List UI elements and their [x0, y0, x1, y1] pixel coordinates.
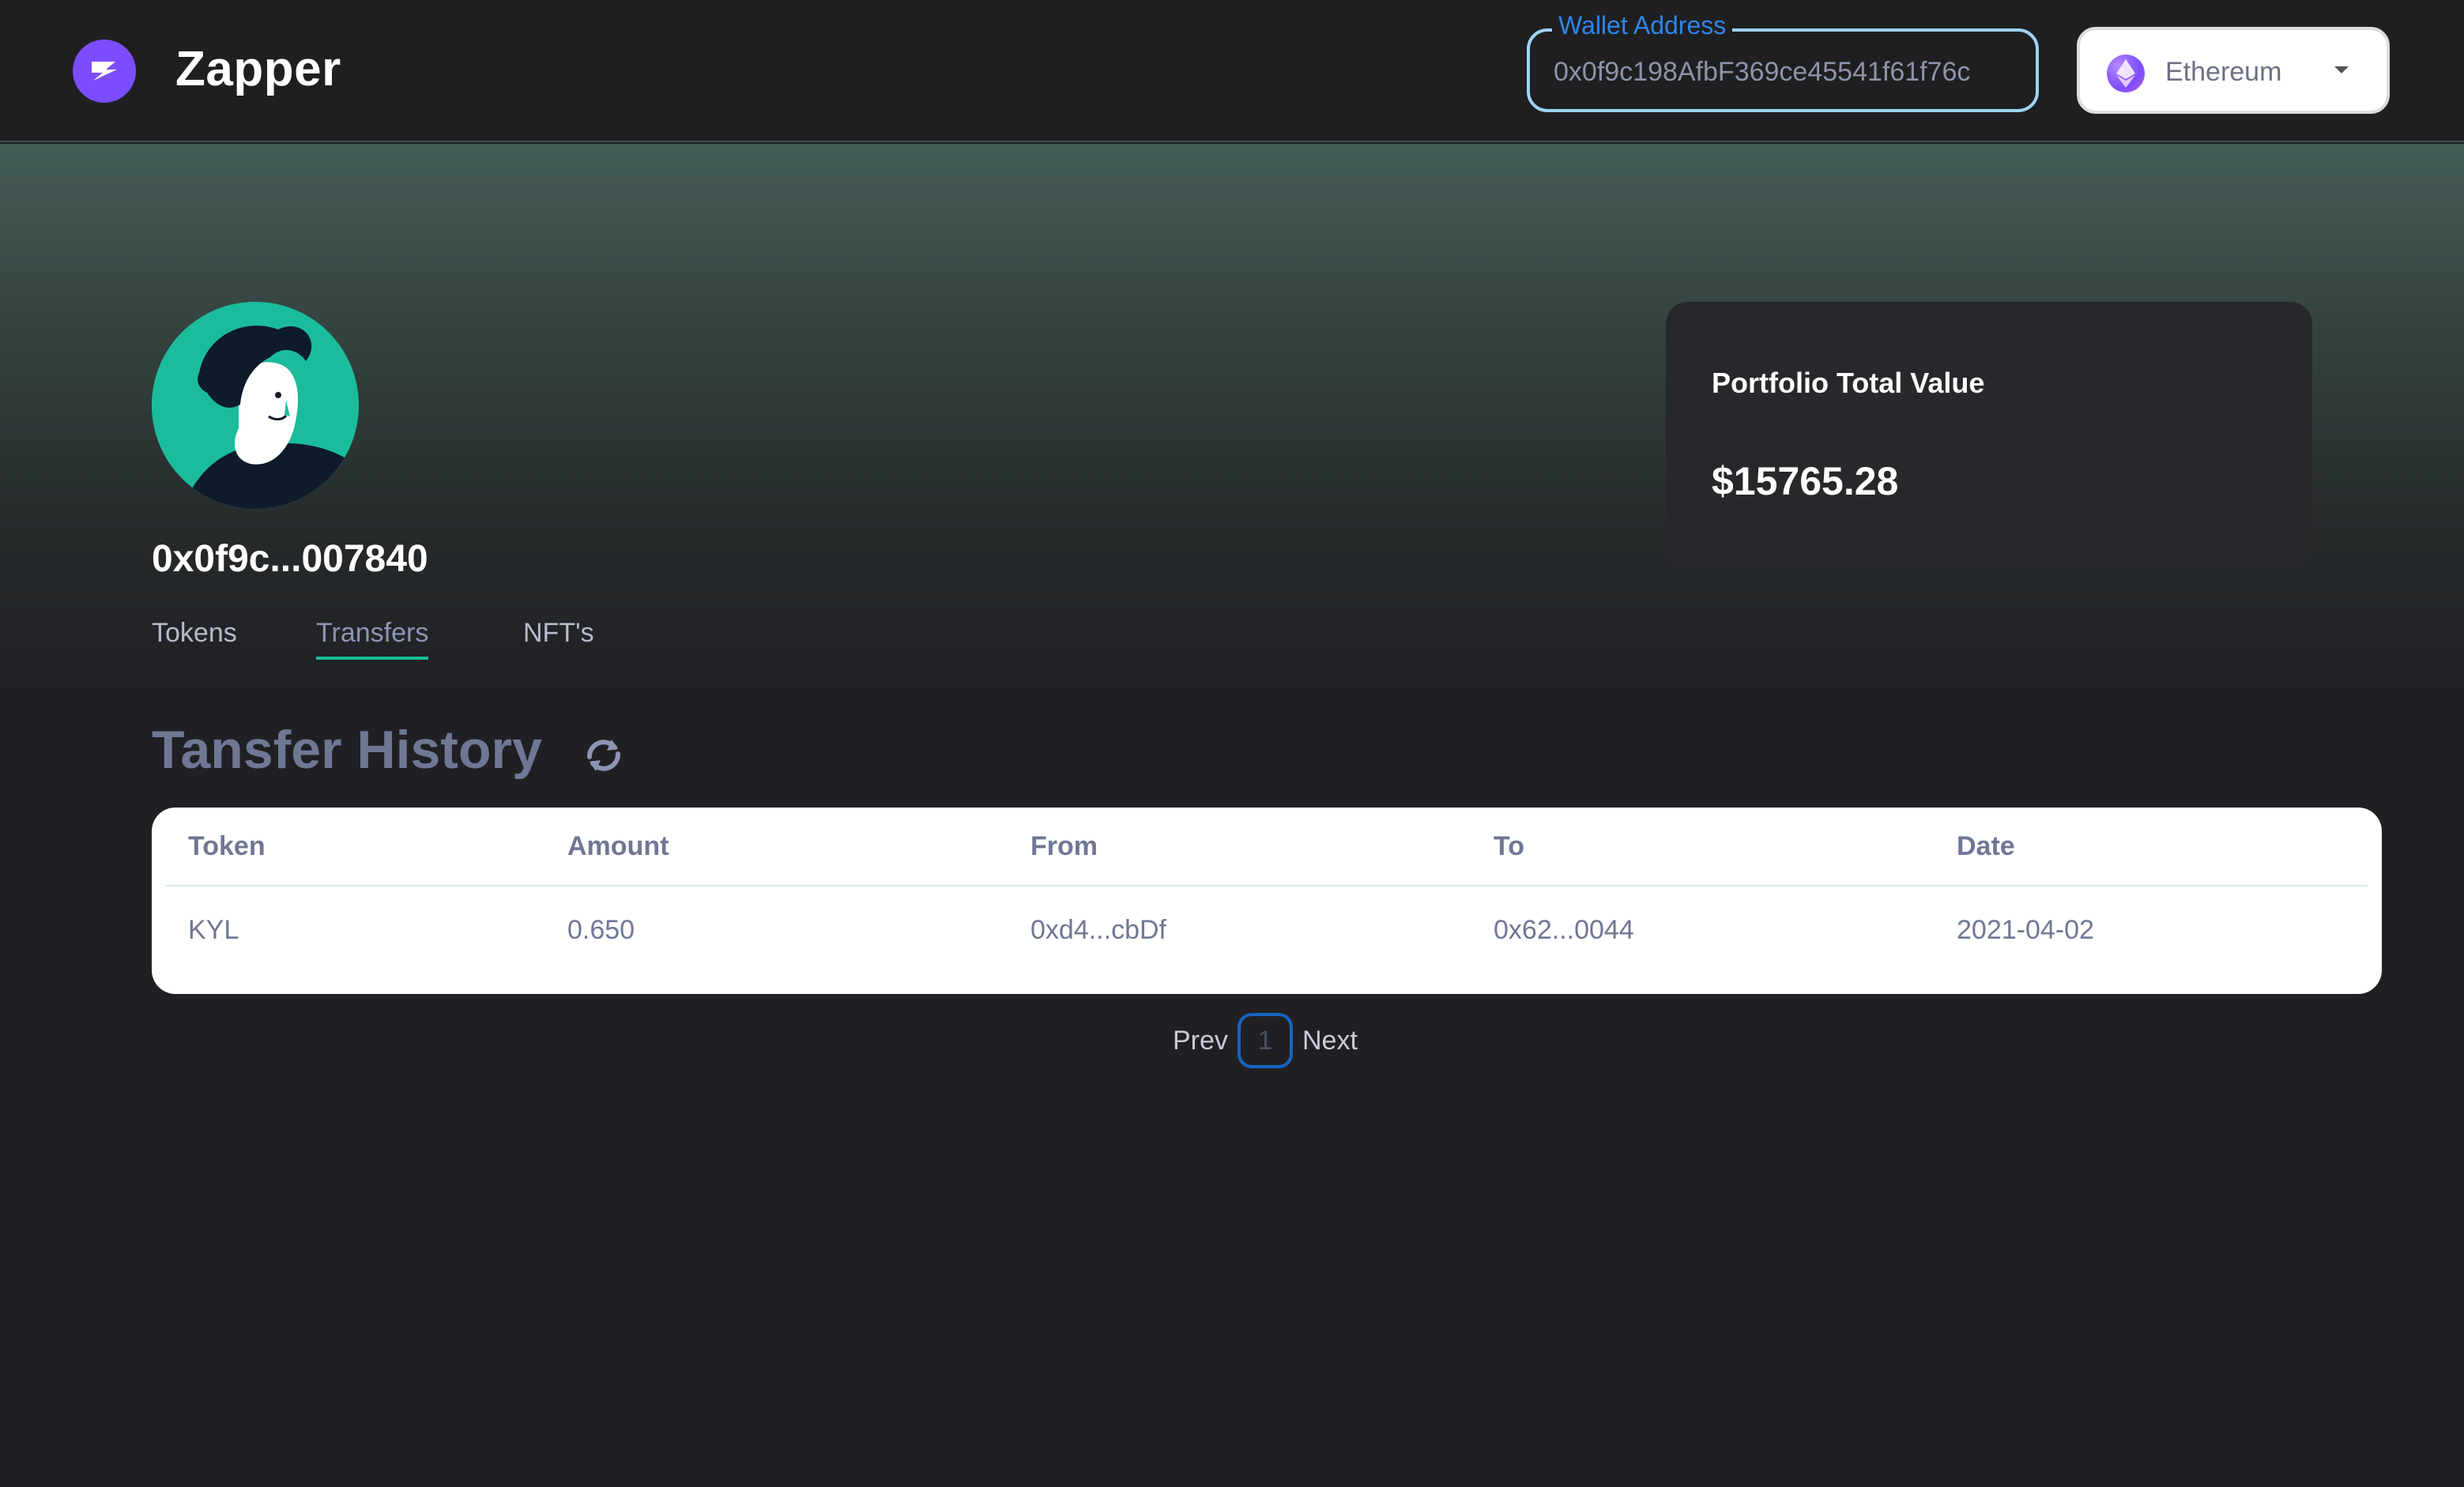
- avatar: [152, 302, 359, 509]
- network-label: Ethereum: [2165, 57, 2282, 87]
- cell-token: KYL: [188, 915, 239, 945]
- wallet-address-input[interactable]: [1554, 52, 2012, 92]
- zapper-logo-icon[interactable]: [73, 40, 136, 103]
- top-bar: Zapper Wallet Address Ethereum: [0, 0, 2464, 142]
- column-header-from: From: [1030, 831, 1098, 861]
- column-header-token: Token: [188, 831, 266, 861]
- pagination: Prev 1 Next: [0, 1013, 2464, 1073]
- transfer-history-title: Tansfer History: [152, 720, 542, 780]
- prev-page-button[interactable]: Prev: [1173, 1026, 1228, 1056]
- portfolio-value: $15765.28: [1712, 459, 1899, 503]
- portfolio-label: Portfolio Total Value: [1712, 367, 1985, 399]
- ethereum-icon: [2107, 55, 2145, 92]
- current-page-button[interactable]: 1: [1238, 1013, 1293, 1068]
- transfer-table: Token Amount From To Date KYL 0.650 0xd4…: [152, 807, 2382, 994]
- portfolio-card: Portfolio Total Value $15765.28: [1666, 302, 2312, 570]
- cell-date: 2021-04-02: [1957, 915, 2094, 945]
- column-header-to: To: [1494, 831, 1525, 861]
- cell-amount: 0.650: [567, 915, 635, 945]
- network-select[interactable]: Ethereum: [2077, 27, 2390, 114]
- tab-tokens[interactable]: Tokens: [152, 618, 237, 649]
- column-header-date: Date: [1957, 831, 2015, 861]
- wallet-address-field[interactable]: Wallet Address: [1527, 11, 2039, 112]
- tab-nfts[interactable]: NFT's: [523, 618, 594, 649]
- wallet-address-label: Wallet Address: [1552, 11, 1733, 40]
- column-header-amount: Amount: [567, 831, 669, 861]
- cell-from: 0xd4...cbDf: [1030, 915, 1166, 945]
- refresh-icon[interactable]: [582, 733, 626, 781]
- row-divider: [166, 885, 2368, 887]
- tab-transfers[interactable]: Transfers: [316, 618, 429, 660]
- chevron-down-icon: [2334, 66, 2349, 73]
- cell-to: 0x62...0044: [1494, 915, 1634, 945]
- next-page-button[interactable]: Next: [1302, 1026, 1358, 1056]
- wallet-address-title: 0x0f9c...007840: [152, 538, 428, 580]
- app-title: Zapper: [175, 42, 341, 96]
